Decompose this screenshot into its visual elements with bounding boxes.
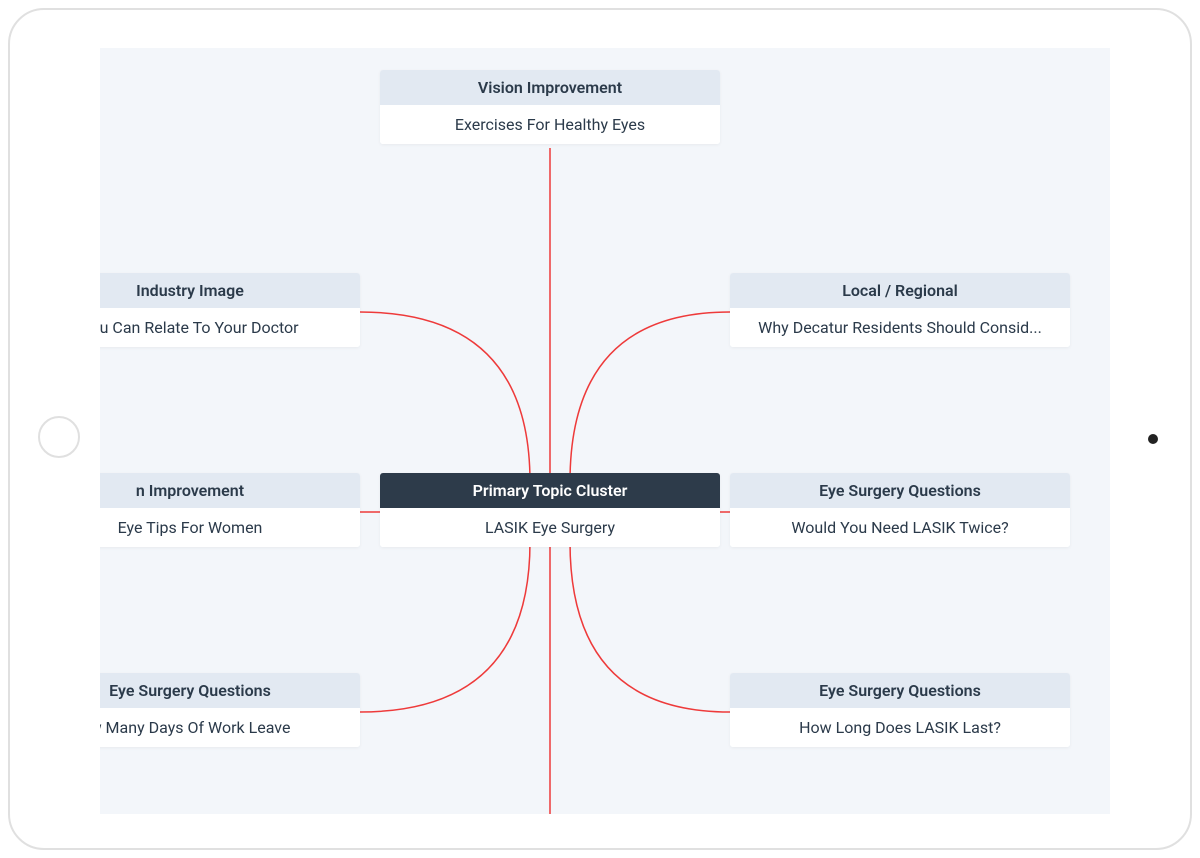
node-header: Local / Regional: [730, 273, 1070, 308]
node-header: n Improvement: [100, 473, 360, 508]
connector-botright: [570, 542, 730, 712]
node-primary-topic-cluster[interactable]: Primary Topic Cluster LASIK Eye Surgery: [380, 473, 720, 547]
node-vision-improvement-left[interactable]: n Improvement Eye Tips For Women: [100, 473, 360, 547]
node-vision-improvement-top[interactable]: Vision Improvement Exercises For Healthy…: [380, 70, 720, 144]
connector-botleft: [360, 542, 530, 712]
node-header: Eye Surgery Questions: [730, 673, 1070, 708]
node-eye-surgery-questions-right[interactable]: Eye Surgery Questions Would You Need LAS…: [730, 473, 1070, 547]
node-body: Exercises For Healthy Eyes: [380, 105, 720, 144]
connector-topright: [570, 312, 730, 482]
node-header: Eye Surgery Questions: [730, 473, 1070, 508]
node-header: Primary Topic Cluster: [380, 473, 720, 508]
node-industry-image[interactable]: Industry Image You Can Relate To Your Do…: [100, 273, 360, 347]
diagram-canvas: Vision Improvement Exercises For Healthy…: [100, 48, 1110, 814]
node-body: LASIK Eye Surgery: [380, 508, 720, 547]
node-eye-surgery-questions-left[interactable]: Eye Surgery Questions w Many Days Of Wor…: [100, 673, 360, 747]
node-body: Eye Tips For Women: [100, 508, 360, 547]
node-header: Industry Image: [100, 273, 360, 308]
node-local-regional[interactable]: Local / Regional Why Decatur Residents S…: [730, 273, 1070, 347]
node-eye-surgery-questions-bottom-right[interactable]: Eye Surgery Questions How Long Does LASI…: [730, 673, 1070, 747]
tablet-frame: Vision Improvement Exercises For Healthy…: [8, 8, 1192, 850]
node-header: Vision Improvement: [380, 70, 720, 105]
connector-topleft: [360, 312, 530, 482]
node-body: You Can Relate To Your Doctor: [100, 308, 360, 347]
tablet-home-button[interactable]: [1148, 434, 1158, 444]
node-header: Eye Surgery Questions: [100, 673, 360, 708]
node-body: How Long Does LASIK Last?: [730, 708, 1070, 747]
node-body: w Many Days Of Work Leave: [100, 708, 360, 747]
node-body: Why Decatur Residents Should Consid...: [730, 308, 1070, 347]
node-body: Would You Need LASIK Twice?: [730, 508, 1070, 547]
tablet-speaker: [38, 416, 80, 458]
